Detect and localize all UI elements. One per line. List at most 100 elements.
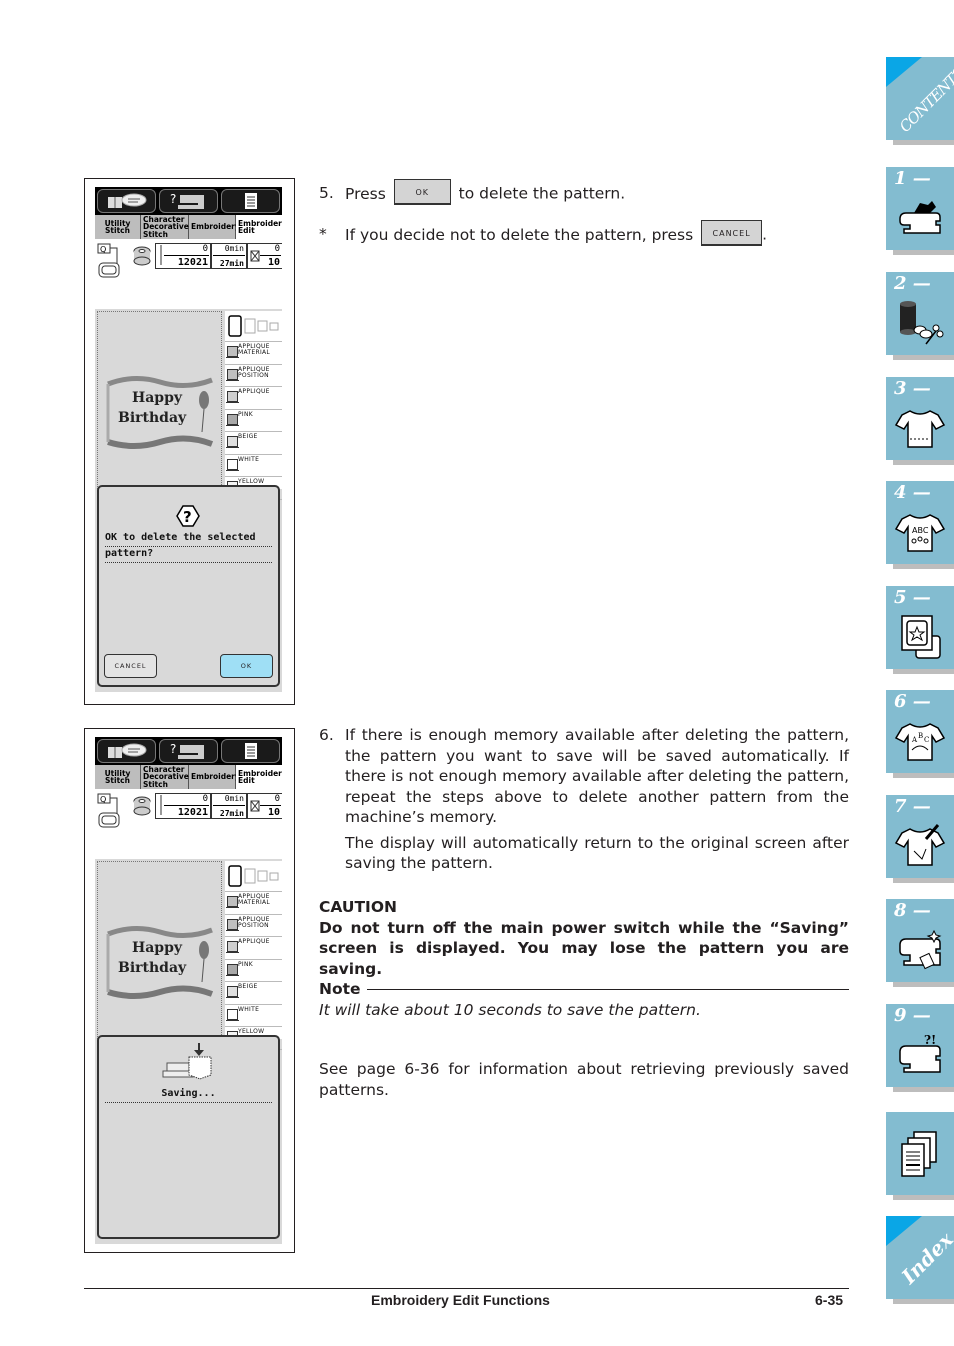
- caution-block: CAUTION Do not turn off the main power s…: [319, 897, 849, 979]
- time-counter: 0min 27min: [211, 243, 247, 269]
- book-speech-icon: [107, 743, 146, 758]
- tab-embroidery[interactable]: Embroidery: [189, 215, 240, 239]
- dialog-message: OK to delete the selected pattern?: [105, 531, 272, 563]
- svg-text:?!: ?!: [924, 1033, 936, 1047]
- side-tab-contents[interactable]: CONTENTS: [886, 57, 954, 145]
- ok-button[interactable]: OK: [220, 654, 273, 678]
- settings-list-button[interactable]: [221, 189, 280, 213]
- note-heading: Note: [319, 980, 361, 998]
- svg-text:?: ?: [183, 508, 192, 526]
- tab-embroidery[interactable]: Embroidery: [189, 765, 240, 789]
- side-tab-chapter-7[interactable]: 7 —: [886, 795, 954, 883]
- thread-name: WHITE: [238, 455, 260, 463]
- footer-rule: [84, 1288, 849, 1289]
- manual-button[interactable]: [97, 739, 156, 763]
- svg-text:?: ?: [170, 742, 176, 756]
- hoop-frames: [225, 311, 282, 342]
- thread-item[interactable]: APPLIQUE: [225, 937, 282, 960]
- hoop-size-icon: [228, 315, 279, 337]
- see-also: See page 6-36 for information about retr…: [319, 1060, 849, 1099]
- caution-text: Do not turn off the main power switch wh…: [319, 918, 849, 978]
- info-area: Q 0 12021 0min 27min 0 10 ↕10.0cm ↔: [95, 239, 282, 358]
- help-machine-button[interactable]: ?: [159, 739, 218, 763]
- thread-name: BEIGE: [238, 433, 258, 440]
- side-tab-chapter-4[interactable]: 4 — ABC: [886, 481, 954, 569]
- thread-item[interactable]: PINK: [225, 960, 282, 982]
- side-tab-chapter-3[interactable]: 3 —: [886, 377, 954, 465]
- tab-embroidery-edit[interactable]: Embroidery Edit: [236, 765, 282, 789]
- side-tab-chapter-1[interactable]: 1 —: [886, 167, 954, 255]
- pattern-preview: Happy Birthday: [97, 861, 222, 1039]
- thread-item[interactable]: APPLIQUE: [225, 387, 282, 410]
- thread-spool-icon: [226, 368, 239, 381]
- tab-embroidery-edit[interactable]: Embroidery Edit: [236, 215, 282, 239]
- spool-icon: [250, 800, 260, 812]
- dialog-message: Saving...: [105, 1087, 272, 1103]
- thread-spool-icon: [226, 413, 239, 426]
- thread-item[interactable]: APPLIQUE POSITION: [225, 915, 282, 937]
- thread-item[interactable]: PINK: [225, 410, 282, 432]
- hoop-size-icon: [228, 865, 279, 887]
- side-tab-chapter-8[interactable]: 8 —: [886, 899, 954, 987]
- mode-tabs: Utility Stitch Character Decorative Stit…: [95, 765, 282, 790]
- question-icon: ?: [176, 505, 200, 527]
- svg-text:Q: Q: [100, 795, 106, 804]
- thread-item[interactable]: BEIGE: [225, 982, 282, 1005]
- tab-utility-stitch[interactable]: Utility Stitch: [95, 765, 141, 789]
- svg-text:ABC: ABC: [912, 526, 929, 535]
- thread-name: APPLIQUE POSITION: [238, 915, 270, 929]
- lcd-top-bar: ?: [95, 737, 282, 765]
- side-tab-chapter-9[interactable]: 9 — ?!: [886, 1004, 954, 1092]
- sewing-machine-question-icon: ?!: [899, 1033, 941, 1073]
- document-list-icon: [244, 743, 257, 759]
- thread-item[interactable]: WHITE: [225, 1005, 282, 1027]
- note-text: It will take about 10 seconds to save th…: [319, 1000, 701, 1019]
- side-tab-chapter-2[interactable]: 2 —: [886, 272, 954, 360]
- page-number: 6-35: [815, 1292, 844, 1308]
- info-area: Q 0 12021 0min 27min 0 10 ↕10.0cm ↔: [95, 789, 282, 908]
- thread-name: APPLIQUE MATERIAL: [238, 893, 271, 906]
- thread-item[interactable]: APPLIQUE MATERIAL: [225, 342, 282, 365]
- thread-spool-icon: [226, 346, 239, 358]
- side-tab-chapter-5[interactable]: 5 —: [886, 586, 954, 674]
- thread-item[interactable]: WHITE: [225, 455, 282, 477]
- spool-icon: [250, 250, 260, 262]
- mode-tabs: Utility Stitch Character Decorative Stit…: [95, 215, 282, 240]
- presser-foot-q-icon: Q: [97, 243, 120, 278]
- thread-color-list: APPLIQUE MATERIAL APPLIQUE POSITION APPLIQ…: [225, 861, 282, 1050]
- inline-cancel-button: CANCEL: [701, 220, 763, 246]
- side-tab-appendix[interactable]: [886, 1112, 954, 1200]
- pattern-preview: Happy Birthday: [97, 311, 222, 489]
- step-6: 6. If there is enough memory available a…: [319, 726, 849, 872]
- thread-name: WHITE: [238, 1005, 260, 1013]
- happy-birthday-pattern: Happy Birthday: [104, 372, 216, 452]
- help-machine-button[interactable]: ?: [159, 189, 218, 213]
- tab-utility-stitch[interactable]: Utility Stitch: [95, 215, 141, 239]
- question-machine-icon: ?: [170, 192, 204, 209]
- tab-character-decorative-stitch[interactable]: Character Decorative Stitch: [141, 215, 189, 239]
- thread-spool-icon: [226, 918, 239, 931]
- side-tab-index[interactable]: Index: [886, 1216, 954, 1304]
- note-block: Note It will take about 10 seconds to sa…: [319, 979, 849, 1020]
- caution-heading: CAUTION: [319, 898, 397, 916]
- svg-text:Q: Q: [100, 245, 106, 254]
- hoop-frames: [225, 861, 282, 892]
- thread-name: APPLIQUE MATERIAL: [238, 343, 271, 356]
- thread-item[interactable]: APPLIQUE MATERIAL: [225, 892, 282, 915]
- side-tab-chapter-6[interactable]: 6 — ABC: [886, 690, 954, 778]
- footer-title: Embroidery Edit Functions: [371, 1292, 550, 1308]
- manual-button[interactable]: [97, 189, 156, 213]
- thread-spool-icon: [226, 436, 239, 448]
- machine-lcd-screen: ? Utility Stitch Character Decorative St…: [95, 187, 282, 692]
- thread-spool-icon: [226, 896, 239, 908]
- cancel-button[interactable]: CANCEL: [104, 654, 157, 678]
- thread-spool-icon: [226, 941, 239, 953]
- thread-spool-icon: [226, 1008, 239, 1021]
- thread-spool-icon: [226, 458, 239, 471]
- tab-character-decorative-stitch[interactable]: Character Decorative Stitch: [141, 765, 189, 789]
- settings-list-button[interactable]: [221, 739, 280, 763]
- bobbin-icon: [133, 246, 151, 266]
- thread-item[interactable]: APPLIQUE POSITION: [225, 365, 282, 387]
- thread-item[interactable]: BEIGE: [225, 432, 282, 455]
- document-pages-icon: [901, 1131, 937, 1177]
